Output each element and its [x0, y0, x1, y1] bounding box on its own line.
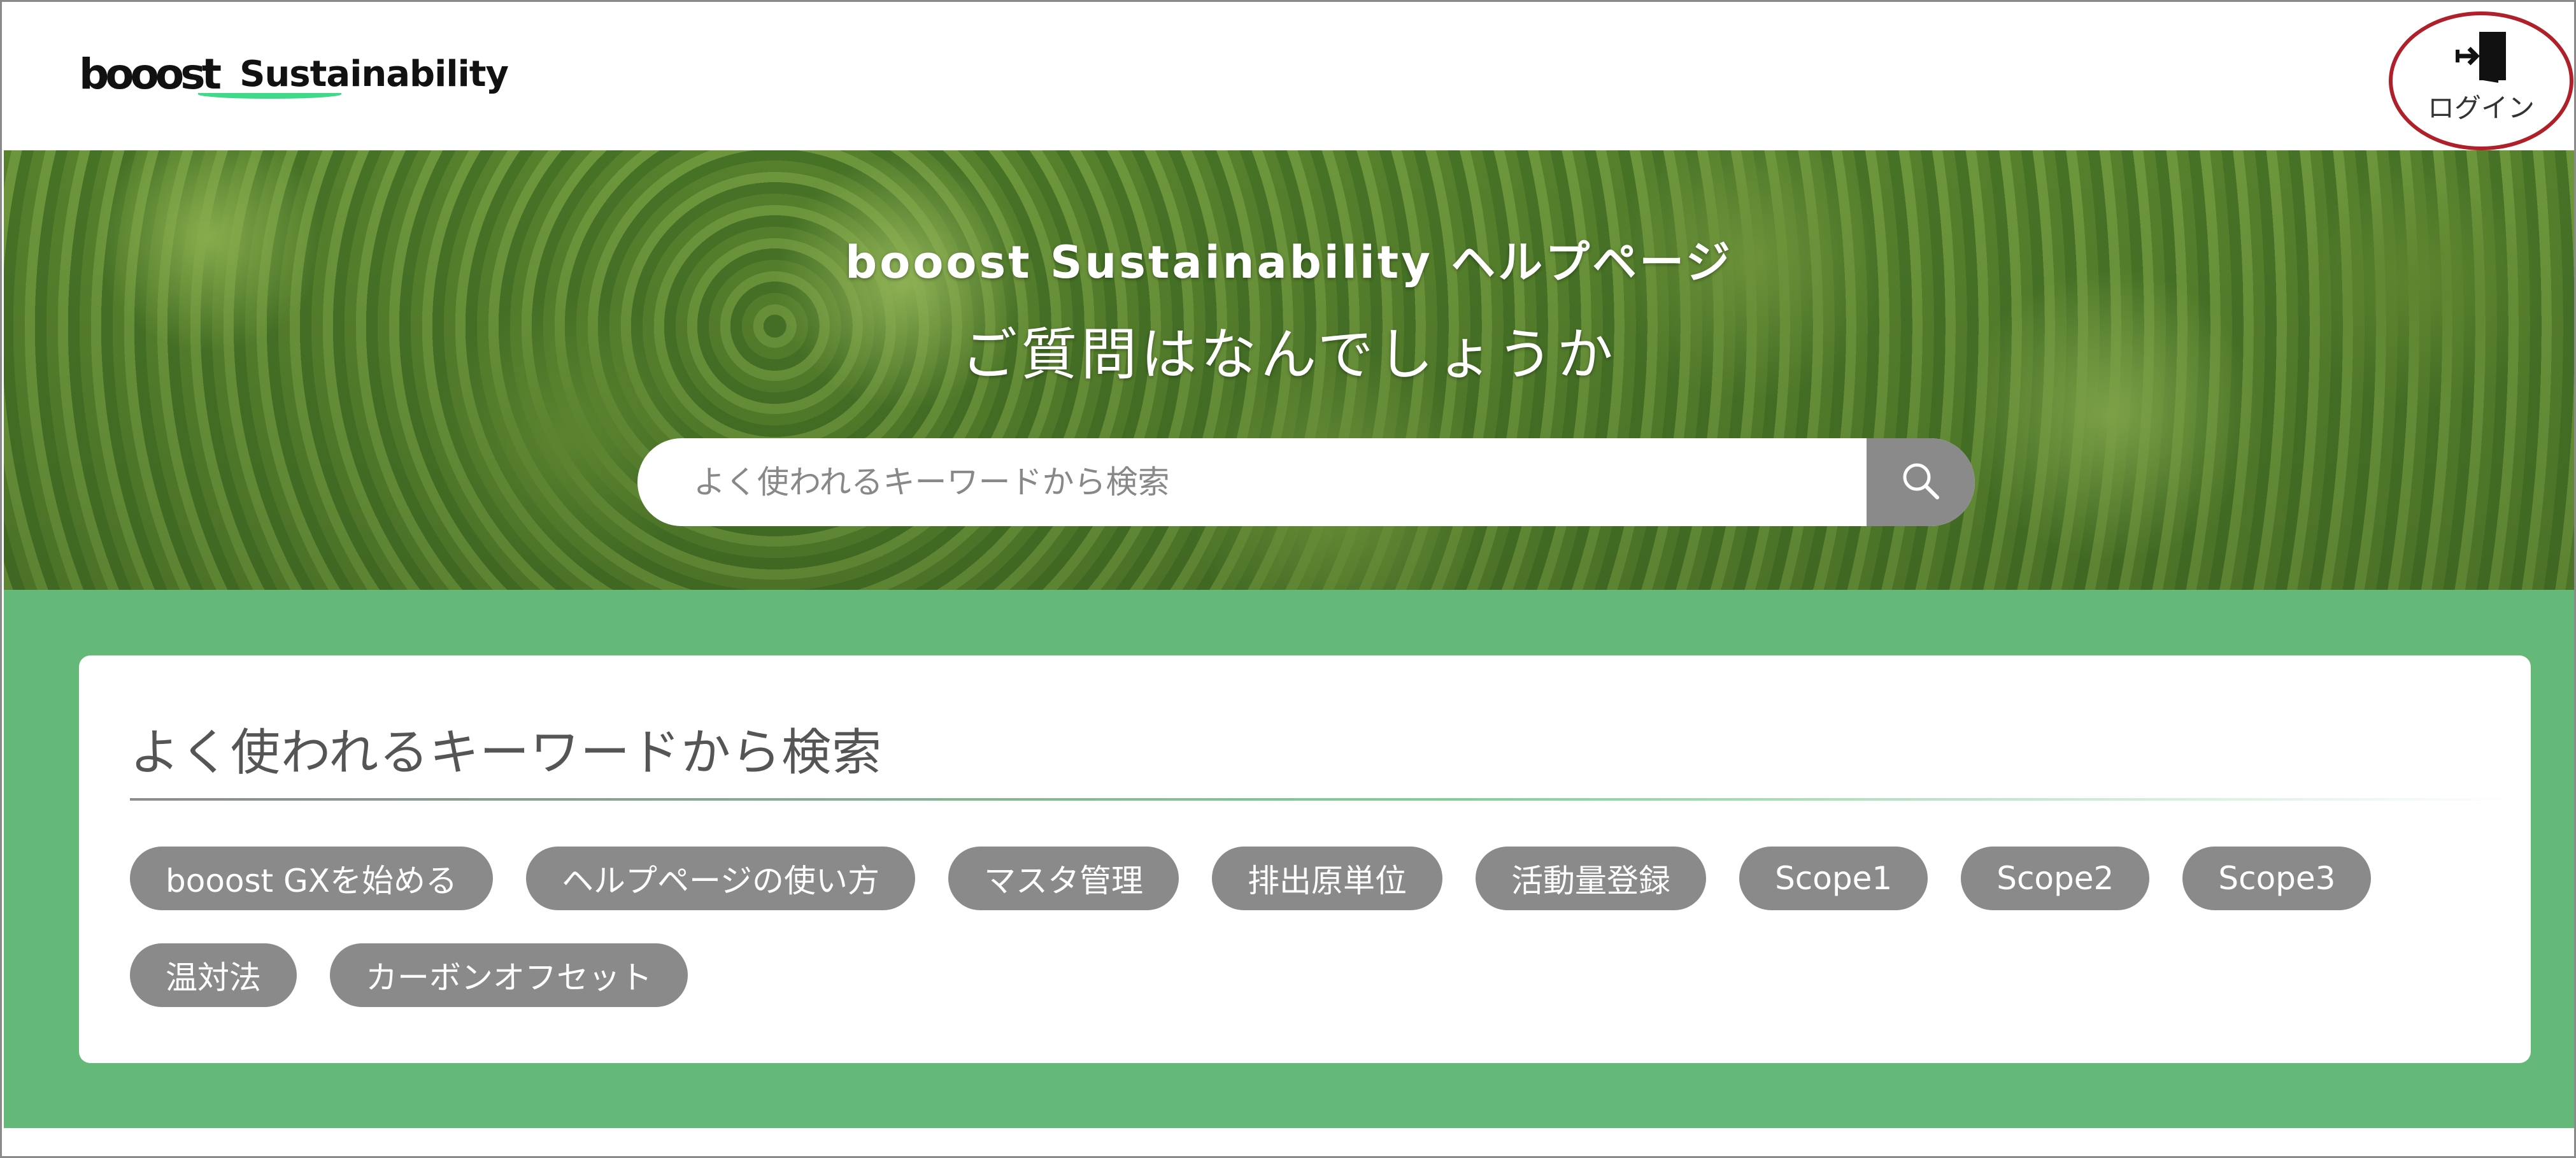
keywords-section: よく使われるキーワードから検索 booost GXを始める ヘルプページの使い方…: [4, 590, 2574, 1128]
hero-banner: booost Sustainability ヘルプページ ご質問はなんでしょうか: [4, 150, 2574, 590]
search-input[interactable]: [637, 438, 1867, 526]
login-button[interactable]: ログイン: [2389, 11, 2574, 150]
keyword-tag[interactable]: Scope1: [1739, 847, 1928, 910]
logo-underline: [198, 90, 341, 99]
login-door-icon: [2452, 24, 2516, 88]
hero-subtitle: ご質問はなんでしょうか: [961, 322, 1617, 387]
search-icon: [1899, 459, 1942, 505]
keyword-tag[interactable]: 温対法: [130, 943, 297, 1007]
logo-product-name: Sustainability: [239, 53, 509, 95]
search-button[interactable]: [1867, 438, 1975, 526]
login-label: ログイン: [2427, 92, 2535, 124]
search-bar: [637, 438, 1975, 526]
keyword-tag[interactable]: カーボンオフセット: [330, 943, 688, 1007]
hero-title: booost Sustainability ヘルプページ: [845, 236, 1733, 289]
keyword-tag[interactable]: booost GXを始める: [130, 847, 494, 910]
page-frame: booost Sustainability ログイン booost Sustai…: [0, 0, 2576, 1158]
keyword-tag-list: booost GXを始める ヘルプページの使い方 マスタ管理 排出原単位 活動量…: [130, 847, 2486, 1007]
logo-brand: booost: [79, 49, 222, 99]
divider: [130, 798, 2518, 801]
site-logo[interactable]: booost Sustainability: [79, 36, 509, 112]
keyword-tag[interactable]: 活動量登録: [1476, 847, 1707, 910]
keywords-card: よく使われるキーワードから検索 booost GXを始める ヘルプページの使い方…: [79, 655, 2531, 1063]
keywords-title: よく使われるキーワードから検索: [130, 724, 883, 782]
keyword-tag[interactable]: Scope2: [1961, 847, 2150, 910]
site-header: booost Sustainability ログイン: [4, 4, 2574, 150]
keyword-tag[interactable]: ヘルプページの使い方: [526, 847, 916, 910]
keyword-tag[interactable]: マスタ管理: [948, 847, 1179, 910]
keyword-tag[interactable]: 排出原単位: [1212, 847, 1443, 910]
keyword-tag[interactable]: Scope3: [2182, 847, 2372, 910]
